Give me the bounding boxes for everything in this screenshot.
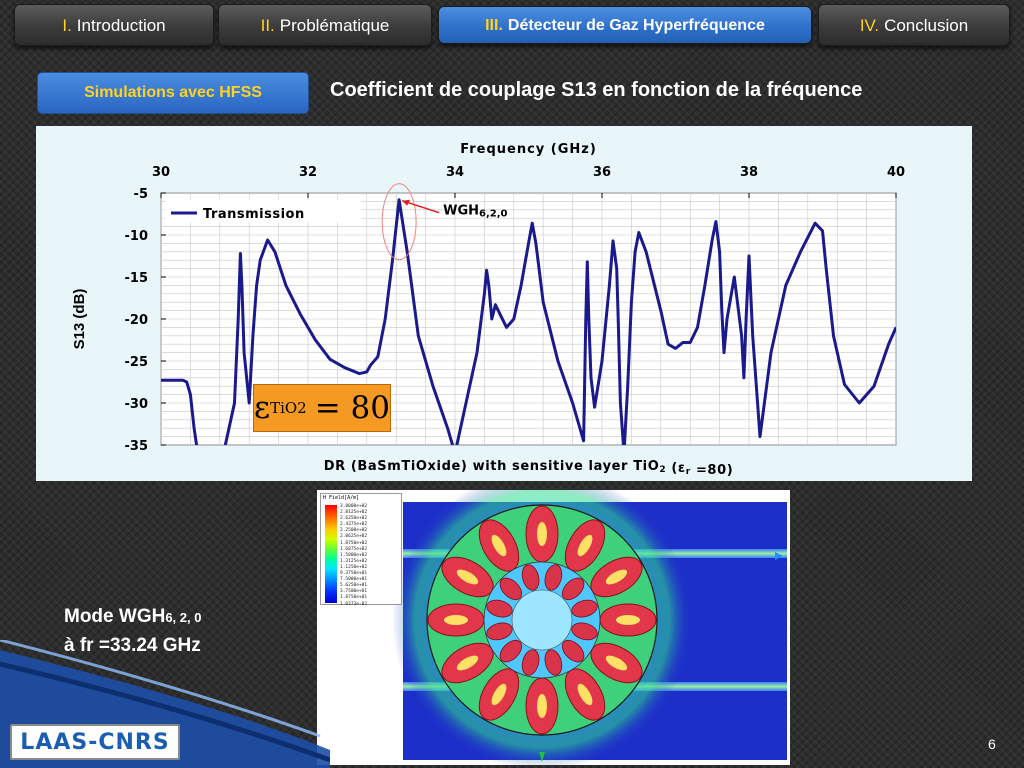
field-legend-value: 1.5000e+02 (340, 552, 368, 558)
legend-label: Transmission (203, 207, 305, 222)
field-legend-value: 1.8750e+02 (340, 540, 368, 546)
page-number: 6 (988, 736, 996, 752)
field-legend-value: 1.6875e+02 (340, 546, 368, 552)
epsilon-value: = 80 (314, 390, 390, 426)
chart-caption: DR (BaSmTiOxide) with sensitive layer Ti… (324, 459, 734, 478)
hfss-field-plot: H Field[A/m] 3.0000e+02 2.8125e+02 2.6250e… (317, 490, 790, 765)
tab-conclusion[interactable]: IV. Conclusion (818, 4, 1010, 46)
y-tick-label: -25 (125, 355, 149, 370)
tab-number: I. (62, 16, 72, 35)
field-legend-values: 3.0000e+02 2.8125e+02 2.6250e+02 2.4375e+02… (340, 504, 367, 608)
field-legend-title: H Field[A/m] (323, 495, 360, 501)
caption-text: DR (BaSmTiOxide) with sensitive layer Ti… (324, 459, 660, 474)
y-tick-label: -20 (125, 313, 149, 328)
tab-detecteur-active[interactable]: III. Détecteur de Gaz Hyperfréquence (438, 6, 812, 44)
s13-chart-panel: 30 32 34 36 38 40 -5 -10 -15 -20 -25 -30 -35 Frequenc… (36, 126, 972, 481)
tab-number: III. (485, 17, 503, 34)
caption-subscript: 2 (659, 465, 666, 475)
epsilon-symbol: ε (254, 390, 271, 426)
x-tick-label: 32 (299, 165, 317, 180)
mode-label-line2: à fr =33.24 GHz (64, 635, 201, 656)
section-button[interactable]: Simulations avec HFSS (37, 72, 309, 114)
tab-label: Conclusion (884, 16, 969, 35)
x-tick-label: 34 (446, 165, 464, 180)
y-tick-label: -30 (125, 397, 149, 412)
navigation-tabs: I. Introduction II. Problématique III. D… (0, 0, 1024, 52)
x-tick-label: 30 (152, 165, 170, 180)
x-tick-label: 40 (887, 165, 905, 180)
y-tick-label: -35 (125, 439, 149, 454)
caption-text: (ε (666, 461, 686, 476)
mode-label: Mode WGH6, 2, 0 à fr =33.24 GHz (64, 603, 201, 660)
tab-label: Détecteur de Gaz Hyperfréquence (507, 17, 765, 34)
epsilon-box: ε TiO2 = 80 (253, 384, 391, 432)
laas-cnrs-logo: LAAS-CNRS (10, 724, 180, 760)
field-legend-value: 1.8750e+01 (340, 595, 368, 601)
epsilon-subscript: TiO2 (270, 399, 307, 417)
slide-title: Coefficient de couplage S13 en fonction … (330, 79, 863, 101)
x-axis-label: Frequency (GHz) (460, 142, 597, 157)
y-tick-label: -10 (125, 229, 149, 244)
y-tick-label: -5 (134, 187, 148, 202)
tab-number: IV. (859, 16, 880, 35)
caption-text: =80) (691, 463, 733, 478)
tab-introduction[interactable]: I. Introduction (14, 4, 214, 46)
mode-label-sub: 6, 2, 0 (165, 610, 202, 625)
mode-label-line1: Mode WGH (64, 606, 166, 627)
tab-label: Introduction (76, 16, 166, 35)
x-tick-label: 36 (593, 165, 611, 180)
tab-number: II. (260, 16, 275, 35)
field-legend-value: 2.0625e+02 (340, 534, 368, 540)
y-tick-label: -15 (125, 271, 149, 286)
field-legend-value: 1.0373e-02 (340, 601, 368, 607)
x-tick-label: 38 (740, 165, 758, 180)
y-axis-label: S13 (dB) (71, 289, 88, 350)
tab-problematique[interactable]: II. Problématique (218, 4, 432, 46)
s13-chart: 30 32 34 36 38 40 -5 -10 -15 -20 -25 -30 -35 Frequenc… (71, 142, 905, 478)
field-legend: H Field[A/m] 3.0000e+02 2.8125e+02 2.6250e… (320, 493, 402, 608)
field-legend-colorbar (325, 505, 337, 603)
tab-label: Problématique (279, 16, 390, 35)
